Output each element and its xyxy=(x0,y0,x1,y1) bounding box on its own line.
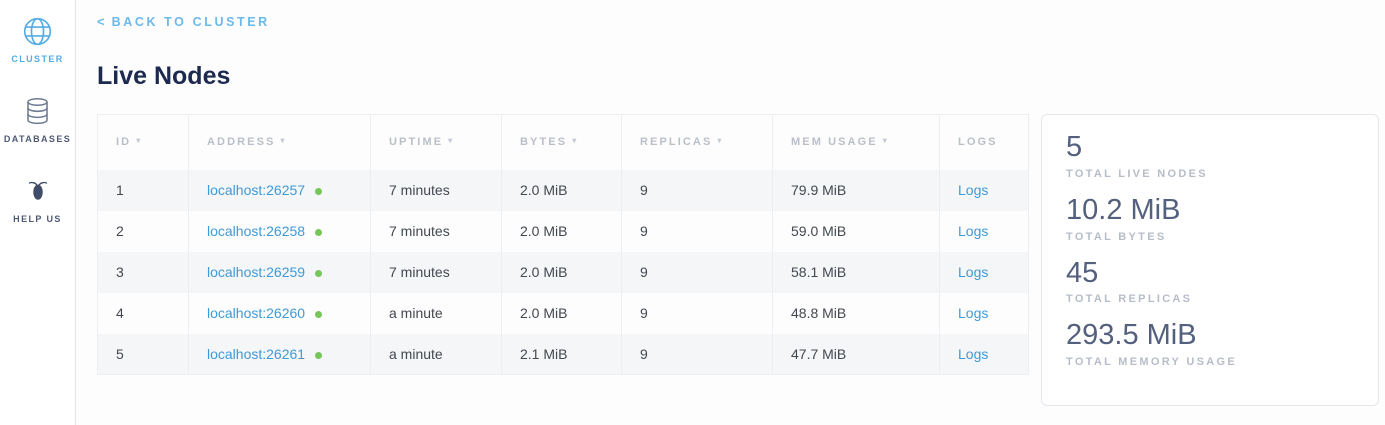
node-logs-link[interactable]: Logs xyxy=(958,223,988,239)
node-id-cell: 2 xyxy=(98,211,189,252)
column-header-bytes[interactable]: BYTES▾ xyxy=(502,115,622,170)
table-row: 1 localhost:26257 7 minutes 2.0 MiB 9 79… xyxy=(98,170,1029,211)
column-header-replicas[interactable]: REPLICAS▾ xyxy=(622,115,773,170)
node-logs-link[interactable]: Logs xyxy=(958,182,988,198)
live-status-icon xyxy=(315,352,322,359)
sort-arrow-icon: ▾ xyxy=(572,136,578,145)
sort-arrow-icon: ▾ xyxy=(136,136,142,145)
node-address-cell: localhost:26257 xyxy=(189,170,371,211)
column-header-address[interactable]: ADDRESS▾ xyxy=(189,115,371,170)
node-uptime-cell: a minute xyxy=(371,334,502,375)
back-chevron-icon: < xyxy=(97,14,105,29)
stat-value: 293.5 MiB xyxy=(1066,318,1354,353)
stat-total-bytes: 10.2 MiB TOTAL BYTES xyxy=(1066,193,1354,243)
back-link-label: BACK TO CLUSTER xyxy=(112,15,270,29)
node-bytes-cell: 2.1 MiB xyxy=(502,334,622,375)
database-icon xyxy=(23,95,52,127)
node-mem-usage-cell: 79.9 MiB xyxy=(773,170,940,211)
sidebar-item-label: DATABASES xyxy=(4,134,71,144)
column-header-mem-usage[interactable]: MEM USAGE▾ xyxy=(773,115,940,170)
node-id-cell: 4 xyxy=(98,293,189,334)
live-status-icon xyxy=(315,311,322,318)
node-logs-cell: Logs xyxy=(940,293,1029,334)
sidebar: CLUSTER DATABASES HELP US xyxy=(0,0,76,425)
sort-arrow-icon: ▾ xyxy=(717,136,723,145)
node-address-link[interactable]: localhost:26258 xyxy=(207,223,305,239)
node-bytes-cell: 2.0 MiB xyxy=(502,293,622,334)
node-address-cell: localhost:26261 xyxy=(189,334,371,375)
node-uptime-cell: 7 minutes xyxy=(371,170,502,211)
node-address-cell: localhost:26260 xyxy=(189,293,371,334)
stat-value: 10.2 MiB xyxy=(1066,193,1354,228)
column-header-id[interactable]: ID▾ xyxy=(98,115,189,170)
sidebar-item-label: HELP US xyxy=(13,214,62,224)
node-bytes-cell: 2.0 MiB xyxy=(502,170,622,211)
stat-label: TOTAL MEMORY USAGE xyxy=(1066,356,1354,368)
live-status-icon xyxy=(315,229,322,236)
table-row: 3 localhost:26259 7 minutes 2.0 MiB 9 58… xyxy=(98,252,1029,293)
node-mem-usage-cell: 47.7 MiB xyxy=(773,334,940,375)
stat-label: TOTAL REPLICAS xyxy=(1066,293,1354,305)
node-uptime-cell: 7 minutes xyxy=(371,252,502,293)
content-row: ID▾ ADDRESS▾ UPTIME▾ BYTES▾ REPLICAS▾ ME… xyxy=(97,114,1385,406)
node-id-cell: 5 xyxy=(98,334,189,375)
table-row: 2 localhost:26258 7 minutes 2.0 MiB 9 59… xyxy=(98,211,1029,252)
stat-label: TOTAL BYTES xyxy=(1066,231,1354,243)
node-address-link[interactable]: localhost:26261 xyxy=(207,346,305,362)
node-mem-usage-cell: 48.8 MiB xyxy=(773,293,940,334)
node-bytes-cell: 2.0 MiB xyxy=(502,211,622,252)
table-header-row: ID▾ ADDRESS▾ UPTIME▾ BYTES▾ REPLICAS▾ ME… xyxy=(98,115,1029,170)
stat-total-memory-usage: 293.5 MiB TOTAL MEMORY USAGE xyxy=(1066,318,1354,368)
node-logs-link[interactable]: Logs xyxy=(958,305,988,321)
node-address-link[interactable]: localhost:26260 xyxy=(207,305,305,321)
node-uptime-cell: a minute xyxy=(371,293,502,334)
node-logs-link[interactable]: Logs xyxy=(958,264,988,280)
node-replicas-cell: 9 xyxy=(622,293,773,334)
page-title: Live Nodes xyxy=(97,62,1385,91)
column-header-uptime[interactable]: UPTIME▾ xyxy=(371,115,502,170)
node-logs-cell: Logs xyxy=(940,211,1029,252)
table-row: 5 localhost:26261 a minute 2.1 MiB 9 47.… xyxy=(98,334,1029,375)
main-content: < BACK TO CLUSTER Live Nodes ID▾ ADDRESS… xyxy=(76,0,1385,425)
live-nodes-table: ID▾ ADDRESS▾ UPTIME▾ BYTES▾ REPLICAS▾ ME… xyxy=(97,114,1029,375)
sidebar-item-cluster[interactable]: CLUSTER xyxy=(11,15,63,64)
node-logs-cell: Logs xyxy=(940,170,1029,211)
node-logs-cell: Logs xyxy=(940,252,1029,293)
sort-arrow-icon: ▾ xyxy=(448,136,454,145)
column-header-logs: LOGS xyxy=(940,115,1029,170)
stat-total-live-nodes: 5 TOTAL LIVE NODES xyxy=(1066,130,1354,180)
sort-arrow-icon: ▾ xyxy=(883,136,889,145)
bug-icon xyxy=(25,175,51,207)
stat-label: TOTAL LIVE NODES xyxy=(1066,168,1354,180)
table-row: 4 localhost:26260 a minute 2.0 MiB 9 48.… xyxy=(98,293,1029,334)
node-mem-usage-cell: 59.0 MiB xyxy=(773,211,940,252)
node-uptime-cell: 7 minutes xyxy=(371,211,502,252)
globe-icon xyxy=(22,15,53,47)
cluster-summary-card: 5 TOTAL LIVE NODES 10.2 MiB TOTAL BYTES … xyxy=(1041,114,1379,406)
stat-value: 5 xyxy=(1066,130,1354,165)
node-replicas-cell: 9 xyxy=(622,211,773,252)
stat-total-replicas: 45 TOTAL REPLICAS xyxy=(1066,256,1354,306)
sidebar-item-databases[interactable]: DATABASES xyxy=(4,95,71,144)
node-id-cell: 3 xyxy=(98,252,189,293)
live-status-icon xyxy=(315,270,322,277)
live-status-icon xyxy=(315,188,322,195)
node-address-cell: localhost:26258 xyxy=(189,211,371,252)
sidebar-item-help-us[interactable]: HELP US xyxy=(13,175,62,224)
back-to-cluster-link[interactable]: < BACK TO CLUSTER xyxy=(97,14,270,29)
node-logs-cell: Logs xyxy=(940,334,1029,375)
stat-value: 45 xyxy=(1066,256,1354,291)
node-mem-usage-cell: 58.1 MiB xyxy=(773,252,940,293)
node-address-link[interactable]: localhost:26259 xyxy=(207,264,305,280)
node-replicas-cell: 9 xyxy=(622,334,773,375)
sort-arrow-icon: ▾ xyxy=(281,136,287,145)
node-replicas-cell: 9 xyxy=(622,252,773,293)
sidebar-item-label: CLUSTER xyxy=(11,54,63,64)
node-id-cell: 1 xyxy=(98,170,189,211)
node-replicas-cell: 9 xyxy=(622,170,773,211)
node-bytes-cell: 2.0 MiB xyxy=(502,252,622,293)
node-address-cell: localhost:26259 xyxy=(189,252,371,293)
node-logs-link[interactable]: Logs xyxy=(958,346,988,362)
node-address-link[interactable]: localhost:26257 xyxy=(207,182,305,198)
